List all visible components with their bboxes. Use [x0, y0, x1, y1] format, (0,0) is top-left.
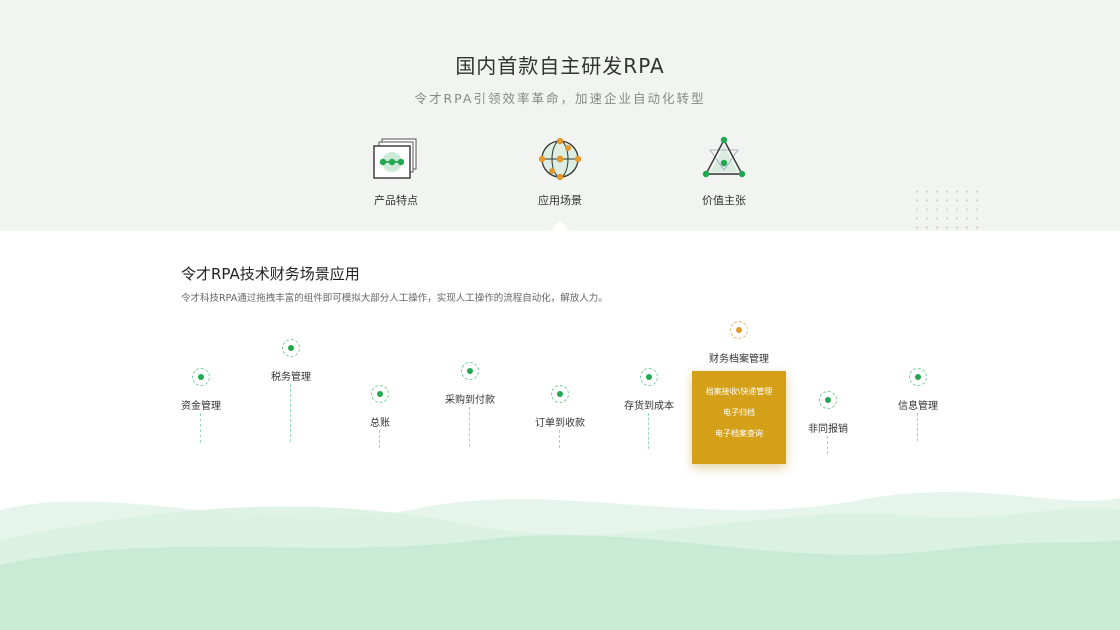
node-dot[interactable] — [640, 368, 658, 386]
node-connector-line — [200, 413, 201, 443]
node-dot[interactable] — [909, 368, 927, 386]
tab-value-proposition[interactable]: 价值主张 — [669, 136, 779, 208]
active-tab-pointer — [550, 221, 570, 231]
node-label[interactable]: 订单到收款 — [515, 414, 605, 429]
submenu-item-electronic-filing[interactable]: 电子归档 — [692, 408, 786, 418]
node-connector-line — [469, 407, 470, 447]
product-features-icon — [373, 138, 417, 179]
node-dot[interactable] — [192, 368, 210, 386]
hero-banner: 国内首款自主研发RPA 令才RPA引领效率革命，加速企业自动化转型 产品特点 应… — [0, 0, 1120, 231]
node-label[interactable]: 非同报销 — [783, 420, 873, 435]
node-label[interactable]: 财务档案管理 — [694, 350, 784, 365]
node-connector-line — [290, 384, 291, 442]
node-label[interactable]: 采购到付款 — [425, 391, 515, 406]
tab-label: 价值主张 — [702, 194, 746, 207]
node-dot[interactable] — [551, 385, 569, 403]
tab-label: 应用场景 — [538, 194, 582, 207]
node-label[interactable]: 税务管理 — [246, 368, 336, 383]
triangle-nodes-icon — [702, 136, 746, 178]
tab-product-features[interactable]: 产品特点 — [341, 136, 451, 208]
hero-subtitle: 令才RPA引领效率革命，加速企业自动化转型 — [414, 91, 706, 106]
node-dot[interactable] — [819, 391, 837, 409]
node-connector-line — [559, 430, 560, 448]
archive-submenu-popup: 档案接收\快递管理 电子归档 电子档案查询 — [692, 371, 786, 464]
section-title: 令才RPA技术财务场景应用 — [181, 265, 360, 283]
decorative-waves — [0, 492, 1120, 630]
tab-application-scenarios[interactable]: 应用场景 — [505, 136, 615, 208]
node-dot[interactable] — [371, 385, 389, 403]
submenu-item-electronic-archive-query[interactable]: 电子档案查询 — [692, 429, 786, 439]
tab-label: 产品特点 — [374, 194, 418, 207]
node-dot[interactable] — [461, 362, 479, 380]
node-label[interactable]: 存货到成本 — [604, 397, 694, 412]
decorative-dot-grid — [912, 187, 982, 229]
submenu-item-archive-receive[interactable]: 档案接收\快递管理 — [692, 387, 786, 397]
node-connector-line — [379, 430, 380, 448]
hero-title: 国内首款自主研发RPA — [455, 54, 665, 78]
node-connector-line — [648, 413, 649, 449]
node-connector-line — [917, 413, 918, 441]
node-label[interactable]: 资金管理 — [156, 397, 246, 412]
section-description: 令才科技RPA通过拖拽丰富的组件即可模拟大部分人工操作，实现人工操作的流程自动化… — [181, 293, 608, 304]
node-label[interactable]: 总账 — [335, 414, 425, 429]
node-label[interactable]: 信息管理 — [873, 397, 963, 412]
node-dot[interactable] — [282, 339, 300, 357]
globe-nodes-icon — [538, 137, 582, 181]
node-connector-line — [827, 436, 828, 454]
node-dot-active[interactable] — [730, 321, 748, 339]
